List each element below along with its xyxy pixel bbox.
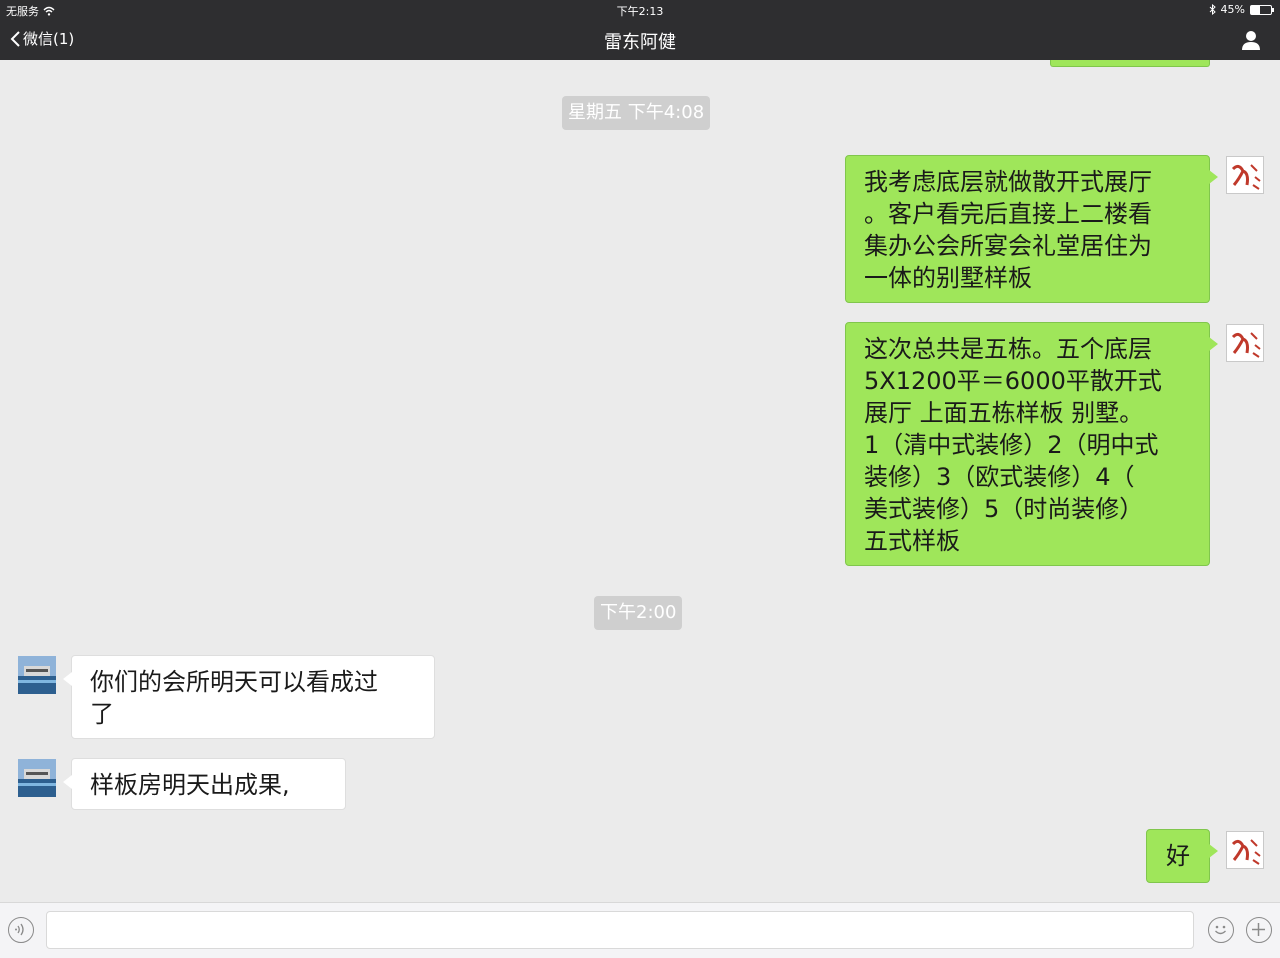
chat-title: 雷东阿健 (604, 32, 676, 53)
battery-percent: 45% (1220, 3, 1245, 16)
bluetooth-icon (1209, 4, 1216, 15)
incoming-message-bubble[interactable]: 你们的会所明天可以看成过 了 (63, 655, 435, 739)
message-line: 。客户看完后直接上二楼看 (864, 200, 1152, 228)
plus-icon (1252, 923, 1265, 936)
message-line: 五式样板 (864, 527, 960, 555)
more-button[interactable] (1246, 917, 1272, 943)
outgoing-message-bubble[interactable]: 这次总共是五栋。五个底层 5X1200平＝6000平散开式 展厅 上面五栋样板 … (845, 322, 1218, 566)
message-line: 样板房明天出成果, (90, 771, 290, 799)
voice-icon (15, 923, 24, 936)
status-right: 45% (1209, 3, 1274, 16)
profile-icon[interactable] (1240, 29, 1262, 51)
building-photo-icon (18, 656, 56, 694)
message-line: 我考虑底层就做散开式展厅 (864, 168, 1152, 196)
timestamp-label: 星期五 下午4:08 (562, 96, 711, 130)
seal-avatar-icon (1231, 839, 1261, 865)
chat-area[interactable]: 星期五 下午4:08 我考虑底层就做散开式展厅 。客户看完后直接上二楼看 集办公… (0, 60, 1280, 902)
timestamp-label: 下午2:00 (594, 596, 683, 630)
battery-fill (1251, 5, 1260, 14)
message-line: 这次总共是五栋。五个底层 (864, 335, 1152, 363)
message-line: 好 (1166, 842, 1190, 870)
my-avatar[interactable] (1226, 831, 1264, 869)
emoji-icon (1215, 925, 1226, 935)
nav-bar: 微信(1) 雷东阿健 (0, 20, 1280, 60)
contact-avatar[interactable] (18, 656, 56, 694)
contact-avatar[interactable] (18, 759, 56, 797)
message-line: 一体的别墅样板 (864, 264, 1032, 292)
status-bar: 无服务 下午2:13 45% (0, 0, 1280, 20)
input-bar (0, 902, 1280, 958)
message-input[interactable] (46, 911, 1194, 949)
message-line: 你们的会所明天可以看成过 (90, 668, 378, 696)
message-line: 5X1200平＝6000平散开式 (864, 367, 1162, 395)
message-line: 1（清中式装修）2（明中式 (864, 431, 1159, 459)
seal-avatar-icon (1231, 332, 1261, 358)
outgoing-message-bubble[interactable]: 好 (1146, 829, 1218, 883)
outgoing-message-bubble[interactable]: 我考虑底层就做散开式展厅 。客户看完后直接上二楼看 集办公会所宴会礼堂居住为 一… (845, 155, 1218, 303)
message-line: 装修）3（欧式装修）4（ (864, 463, 1135, 491)
message-line: 了 (90, 700, 114, 728)
status-time: 下午2:13 (616, 5, 664, 18)
message-line: 展厅 上面五栋样板 别墅。 (864, 399, 1144, 427)
building-photo-icon (18, 759, 56, 797)
battery-icon (1250, 4, 1274, 15)
my-avatar[interactable] (1226, 324, 1264, 362)
incoming-message-bubble[interactable]: 样板房明天出成果, (63, 758, 346, 810)
message-line: 集办公会所宴会礼堂居住为 (864, 232, 1152, 260)
partial-message-bubble (1050, 60, 1210, 67)
message-line: 美式装修）5（时尚装修） (864, 495, 1144, 523)
voice-button[interactable] (8, 917, 34, 943)
seal-avatar-icon (1231, 164, 1261, 190)
emoji-button[interactable] (1208, 917, 1234, 943)
my-avatar[interactable] (1226, 156, 1264, 194)
